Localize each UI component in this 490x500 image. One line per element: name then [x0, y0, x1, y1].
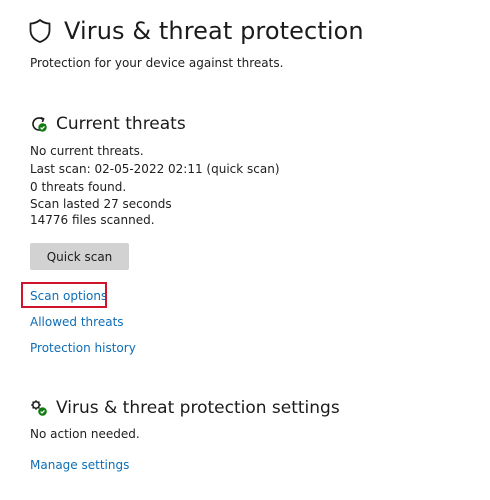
settings-status-text: No action needed. — [30, 427, 140, 441]
quick-scan-button[interactable]: Quick scan — [30, 243, 129, 270]
threat-status-text: No current threats. — [30, 144, 144, 158]
gears-icon — [31, 400, 47, 416]
files-scanned-text: 14776 files scanned. — [30, 213, 155, 227]
manage-settings-link[interactable]: Manage settings — [30, 458, 129, 472]
allowed-threats-link[interactable]: Allowed threats — [30, 315, 124, 329]
page-title: Virus & threat protection — [64, 17, 364, 45]
settings-title: Virus & threat protection settings — [56, 398, 340, 418]
last-scan-text: Last scan: 02-05-2022 02:11 (quick scan) — [30, 162, 280, 176]
settings-header: Virus & threat protection settings — [30, 398, 340, 418]
scan-options-highlight — [21, 282, 107, 308]
scan-duration-text: Scan lasted 27 seconds — [30, 197, 172, 211]
shield-icon — [29, 19, 51, 43]
current-threats-title: Current threats — [56, 114, 186, 134]
threats-found-text: 0 threats found. — [30, 180, 127, 194]
page-subtitle: Protection for your device against threa… — [30, 56, 284, 70]
current-threats-header: Current threats — [30, 114, 186, 134]
protection-history-link[interactable]: Protection history — [30, 341, 136, 355]
virus-threat-protection-page: Virus & threat protection Protection for… — [0, 0, 490, 500]
threat-refresh-icon — [32, 116, 47, 132]
page-header: Virus & threat protection — [28, 14, 364, 48]
